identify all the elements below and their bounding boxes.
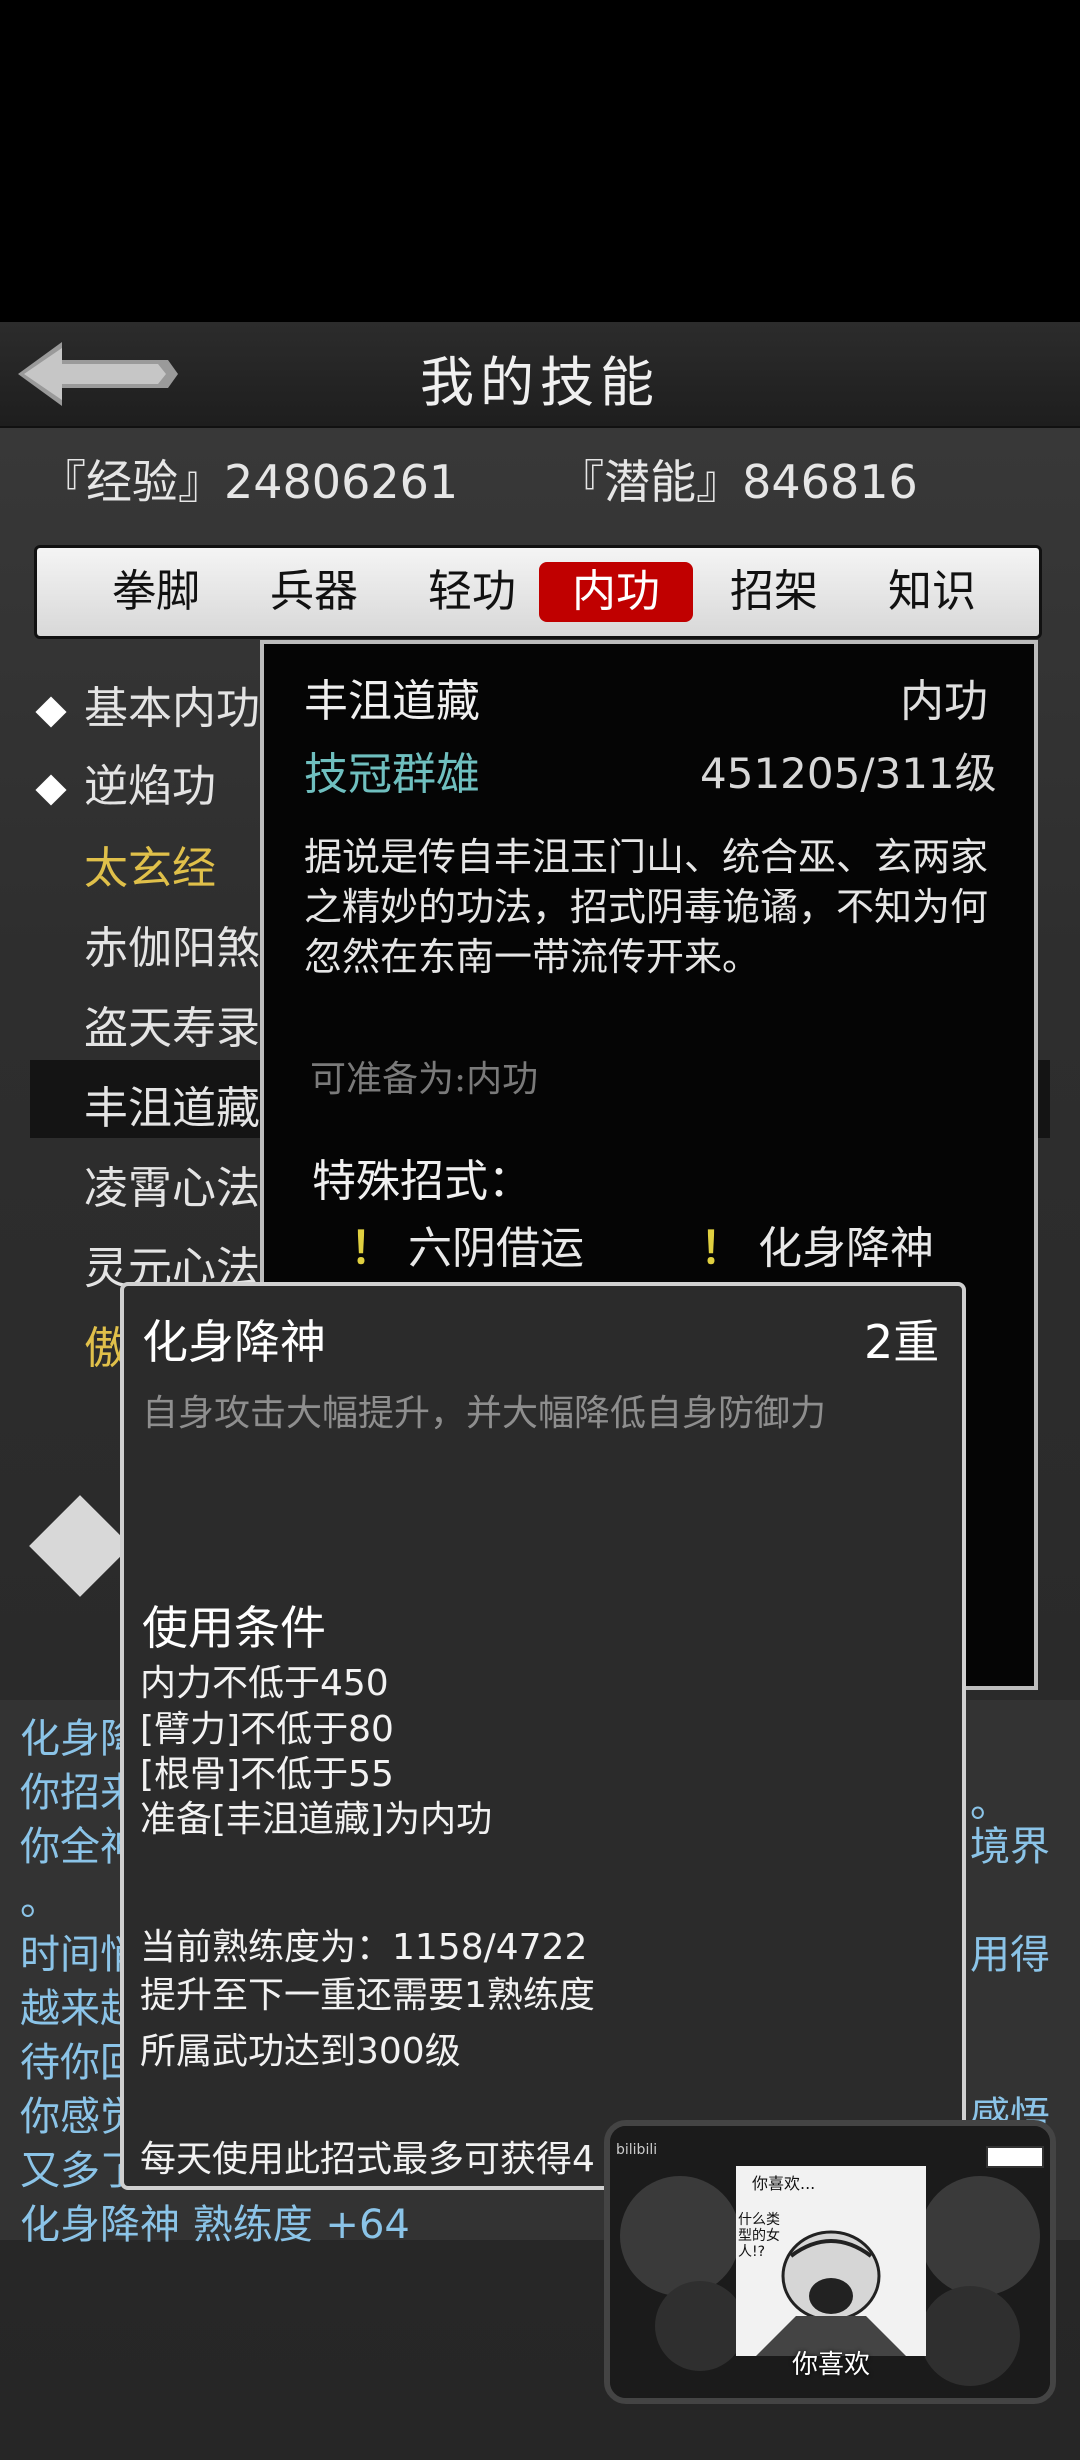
log-line-tail: 境界 [970,1824,1050,1870]
skill-name: 丰沮道藏 [304,676,480,727]
skill-list-item[interactable]: 逆焰功 [35,750,216,814]
diamond-icon [35,773,67,806]
move-tier: 2重 [864,1315,940,1369]
skill-list-item[interactable]: 太玄经 [84,832,216,896]
proficiency-line: 所属武功达到300级 [140,2031,461,2072]
speech-bubble: 什么类型的女人!? [738,2212,780,2260]
skill-list-item[interactable]: 凌霄心法 [84,1152,260,1216]
stats-bar: 『经验』24806261 『潜能』846816 [40,446,1018,512]
alert-icon: ！ [350,1223,394,1274]
skill-rank: 技冠群雄 [304,749,480,800]
proficiency-line: 提升至下一重还需要1熟练度 [140,1975,595,2016]
log-line: 。 [20,1878,60,1924]
proficiency-line: 当前熟练度为：1158/4722 [140,1927,588,1968]
conditions-title: 使用条件 [142,1601,326,1655]
move-name: 化身降神 [142,1315,326,1369]
tab-weapon[interactable]: 兵器 [237,562,391,622]
skill-list-item[interactable]: 盗天寿录 [84,992,260,1056]
skill-list-item[interactable]: 丰沮道藏 [84,1072,260,1136]
log-line-last: 化身降神 熟练度 +64 [20,2202,410,2248]
skill-list-item[interactable]: 赤伽阳煞 [84,912,260,976]
special-move-item[interactable]: ！六阴借运 [350,1212,584,1276]
condition-line: 准备[丰沮道藏]为内功 [140,1799,493,1840]
tab-parry[interactable]: 招架 [697,562,851,622]
page-title: 我的技能 [420,351,660,414]
alert-icon: ！ [700,1223,744,1274]
special-move-item[interactable]: ！化身降神 [700,1212,934,1276]
skill-description: 据说是传自丰沮玉门山、统合巫、玄两家之精妙的功法，招式阴毒诡谲，不知为何忽然在东… [304,835,989,979]
condition-line: 内力不低于450 [140,1663,389,1704]
exp-value: 『经验』24806261 [40,455,459,509]
skill-prep-slot: 可准备为:内功 [310,1059,539,1100]
tab-lightness[interactable]: 轻功 [395,562,549,622]
skill-category-tabs: 拳脚 兵器 轻功 内功 招架 知识 [34,545,1042,639]
skill-level: 451205/311级 [700,749,997,798]
video-caption: 你喜欢 [791,2350,870,2380]
skill-list-item[interactable]: 基本内功 [35,672,260,736]
log-line-tail: 用得 [970,1932,1050,1978]
potential-value: 『潜能』846816 [558,455,918,509]
manga-frame-image [736,2166,926,2356]
tab-knowledge[interactable]: 知识 [855,562,1009,622]
speech-bubble: 你喜欢... [752,2174,816,2193]
tab-fist[interactable]: 拳脚 [79,562,233,622]
diamond-icon [35,695,67,728]
special-moves-title: 特殊招式： [312,1156,532,1207]
skill-type: 内功 [900,676,988,727]
move-description: 自身攻击大幅提升，并大幅降低自身防御力 [142,1393,827,1434]
daily-limit-line: 每天使用此招式最多可获得4 [140,2139,595,2180]
close-video-button[interactable] [986,2146,1044,2168]
video-logo: bilibili [616,2142,658,2158]
tab-inner-power[interactable]: 内功 [539,562,693,622]
